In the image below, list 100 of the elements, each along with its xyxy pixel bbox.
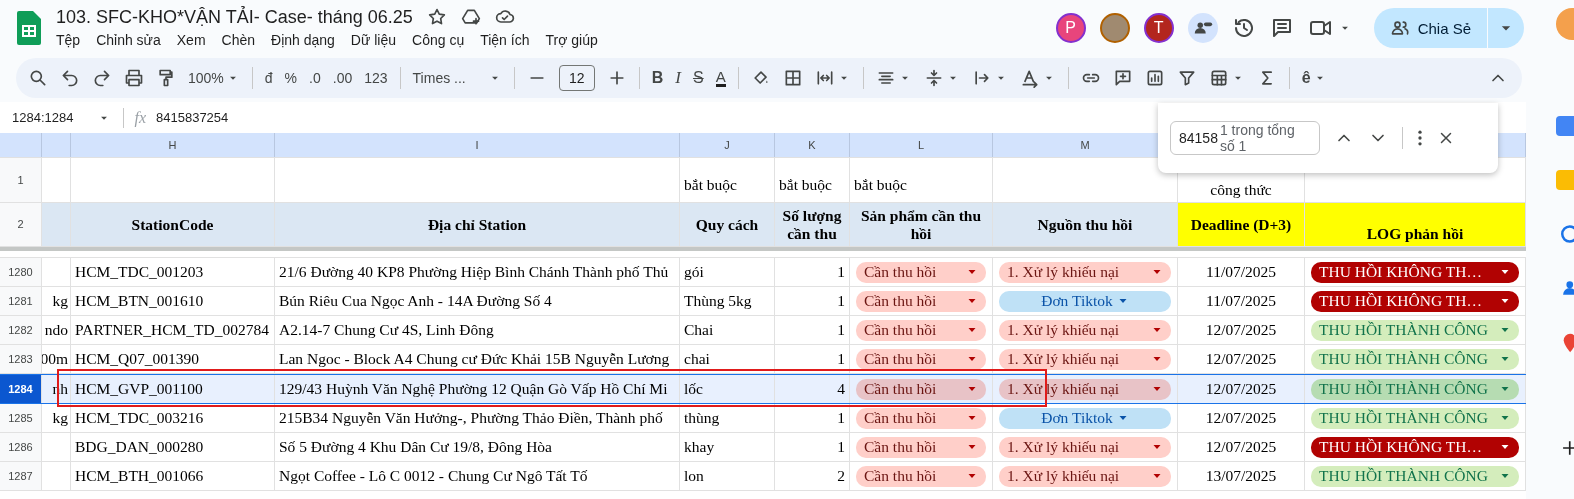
user-avatar[interactable]: T [1143,13,1174,43]
dropdown-chip[interactable]: THU HỒI THÀNH CÔNG [1311,378,1519,400]
dropdown-chip[interactable]: Cần thu hồi [856,290,986,312]
menu-item[interactable]: Chỉnh sửa [96,29,169,50]
star-icon[interactable] [426,7,447,27]
row-number[interactable]: 1281 [0,287,42,315]
column-header[interactable]: H [71,133,275,157]
dropdown-chip[interactable]: 1. Xử lý khiếu nại [999,348,1171,370]
table-cell: 4 [775,375,850,403]
dropdown-chip[interactable]: 1. Xử lý khiếu nại [999,378,1171,400]
input-tools-button[interactable]: ê [1301,69,1311,87]
number-format[interactable]: 123 [364,70,388,86]
table-cell: thùng [680,404,775,432]
table-cell: Bún Riêu Cua Ngọc Anh - 14A Đường Số 4 [275,287,680,315]
dropdown-chip[interactable]: Cần thu hồi [856,465,986,487]
table-cell: Thùng 5kg [680,287,775,315]
text-color-picker[interactable]: A [715,69,726,87]
table-cell: lốc [680,375,775,403]
row-number[interactable]: 2 [0,203,42,246]
row-number[interactable]: 1 [0,158,42,202]
column-header[interactable]: L [850,133,993,157]
row-number[interactable]: 1284 [0,375,42,403]
italic-toggle[interactable]: I [675,68,681,88]
table-row[interactable]: 1286 BDG_DAN_000280 Số 5 Đường 4 Khu Dân Cư 19/8, Đông Hòa khay 1 Cần thu hồi 1. Xử lý khiếu nại 12/07/2025 THU HỒI KHÔNG TH… [0,433,1526,462]
increase-decimal[interactable]: .00 [332,70,353,86]
column-header[interactable]: J [680,133,775,157]
menu-item[interactable]: Trợ giúp [545,29,606,50]
table-cell: 1 [775,433,850,461]
row-number[interactable]: 1287 [0,462,42,490]
user-avatar[interactable] [1099,13,1130,43]
font-dropdown[interactable]: Times ... [412,70,466,86]
print-icon[interactable] [124,68,144,88]
table-cell: 215B34 Nguyễn Văn Hưởng-, Phường Thảo Điền, Thành phố [275,404,680,432]
menu-item[interactable]: Tiện ích [480,29,538,50]
undo-icon[interactable] [60,68,80,88]
user-avatar[interactable]: P [1055,13,1086,43]
row-number[interactable]: 1280 [0,258,42,286]
table-cell: chai [680,345,775,373]
match-count: 1 trong tổng số 1 [1219,122,1296,154]
tasks-icon[interactable] [1558,224,1574,244]
menu-item[interactable]: Xem [176,29,214,50]
menu-item[interactable]: Định dạng [271,29,343,50]
dropdown-chip[interactable]: Cần thu hồi [856,319,986,341]
row-number[interactable]: 1285 [0,404,42,432]
table-cell: HCM_BTN_001610 [71,287,275,315]
sheets-logo-icon [16,11,42,45]
name-box[interactable]: 1284:1284 [12,110,74,125]
row-number[interactable]: 1286 [0,433,42,461]
decrease-decimal[interactable]: .0 [309,70,321,86]
zoom-dropdown[interactable]: 100% [188,70,224,86]
dropdown-chip[interactable]: Cần thu hồi [856,378,986,400]
percent-format[interactable]: % [284,70,298,86]
dropdown-chip[interactable]: 1. Xử lý khiếu nại [999,261,1171,283]
dropdown-chip[interactable]: THU HỒI KHÔNG TH… [1311,261,1519,283]
table-cell: 1 [775,258,850,286]
currency-format[interactable]: đ [264,70,273,86]
table-cell: 1 [775,345,850,373]
menu-item[interactable]: Chèn [221,29,264,50]
dropdown-chip[interactable]: THU HỒI KHÔNG TH… [1311,290,1519,312]
column-header[interactable]: K [775,133,850,157]
table-row[interactable]: 1280 HCM_TDC_001203 21/6 Đường 40 KP8 Phường Hiệp Bình Chánh Thành phố Thủ gói 1 Cần thu hồi 1. Xử lý khiếu nại 11/07/2025 THU HỒI KHÔNG TH… [0,258,1526,287]
dropdown-chip[interactable]: THU HỒI KHÔNG TH… [1311,436,1519,458]
table-cell: HCM_TDC_003216 [71,404,275,432]
paint-format-icon[interactable] [156,68,176,88]
menu-item[interactable]: Công cụ [412,29,473,50]
row-number[interactable]: 1282 [0,316,42,344]
row-number[interactable]: 1283 [0,345,42,373]
font-size-field[interactable]: 12 [558,65,595,91]
dropdown-chip[interactable]: 1. Xử lý khiếu nại [999,465,1171,487]
document-title[interactable]: 103. SFC-KHO*VẬN TẢI- Case- tháng 06.25 [56,6,413,28]
dropdown-chip[interactable]: THU HỒI THÀNH CÔNG [1311,348,1519,370]
formula-value[interactable]: 8415837254 [156,110,229,125]
table-cell: 11/07/2025 [1178,287,1305,315]
more-options-icon[interactable] [1417,128,1423,148]
column-header[interactable]: I [275,133,680,157]
strikethrough-toggle[interactable]: S [692,69,704,87]
menu-item[interactable]: Tệp [56,29,89,50]
dropdown-chip[interactable]: THU HỒI THÀNH CÔNG [1311,319,1519,341]
table-row[interactable]: 1287 HCM_BTH_001066 Ngọt Coffee - Lô C 0012 - Chung Cư Ngô Tất Tố lon 2 Cần thu hồi 1. Xử lý khiếu nại 13/07/2025 THU HỒI THÀNH CÔNG [0,462,1526,491]
dropdown-chip[interactable]: THU HỒI THÀNH CÔNG [1311,465,1519,487]
dropdown-chip[interactable]: Đơn Tiktok [999,407,1171,429]
dropdown-chip[interactable]: 1. Xử lý khiếu nại [999,436,1171,458]
dropdown-chip[interactable]: 1. Xử lý khiếu nại [999,319,1171,341]
redo-icon[interactable] [92,68,112,88]
table-row[interactable]: 1285 kg HCM_TDC_003216 215B34 Nguyễn Văn Hưởng-, Phường Thảo Điền, Thành phố thùng 1 Cần thu hồi Đơn Tiktok 12/07/2025 THU HỒI THÀNH CÔNG [0,404,1526,433]
table-cell: A2.14-7 Chung Cư 4S, Linh Đông [275,316,680,344]
dropdown-chip[interactable]: Cần thu hồi [856,407,986,429]
dropdown-chip[interactable]: Đơn Tiktok [999,290,1171,312]
share-button[interactable]: Chia Sẻ [1373,8,1524,48]
bold-toggle[interactable]: B [651,69,664,87]
table-row[interactable]: 1281 kg HCM_BTN_001610 Bún Riêu Cua Ngọc Anh - 14A Đường Số 4 Thùng 5kg 1 Cần thu hồi Đơn Tiktok 11/07/2025 THU HỒI KHÔNG TH… [0,287,1526,316]
dropdown-chip[interactable]: Cần thu hồi [856,261,986,283]
table-cell: Số 5 Đường 4 Khu Dân Cư 19/8, Đông Hòa [275,433,680,461]
dropdown-chip[interactable]: Cần thu hồi [856,436,986,458]
dropdown-chip[interactable]: Cần thu hồi [856,348,986,370]
dropdown-chip[interactable]: THU HỒI THÀNH CÔNG [1311,407,1519,429]
drive-add-icon[interactable] [460,7,481,27]
search-icon[interactable] [28,68,48,88]
table-row[interactable]: 1282 ndo PARTNER_HCM_TD_002784 A2.14-7 Chung Cư 4S, Linh Đông Chai 1 Cần thu hồi 1. Xử lý khiếu nại 12/07/2025 THU HỒI THÀNH CÔNG [0,316,1526,345]
menu-item[interactable]: Dữ liệu [350,29,405,50]
